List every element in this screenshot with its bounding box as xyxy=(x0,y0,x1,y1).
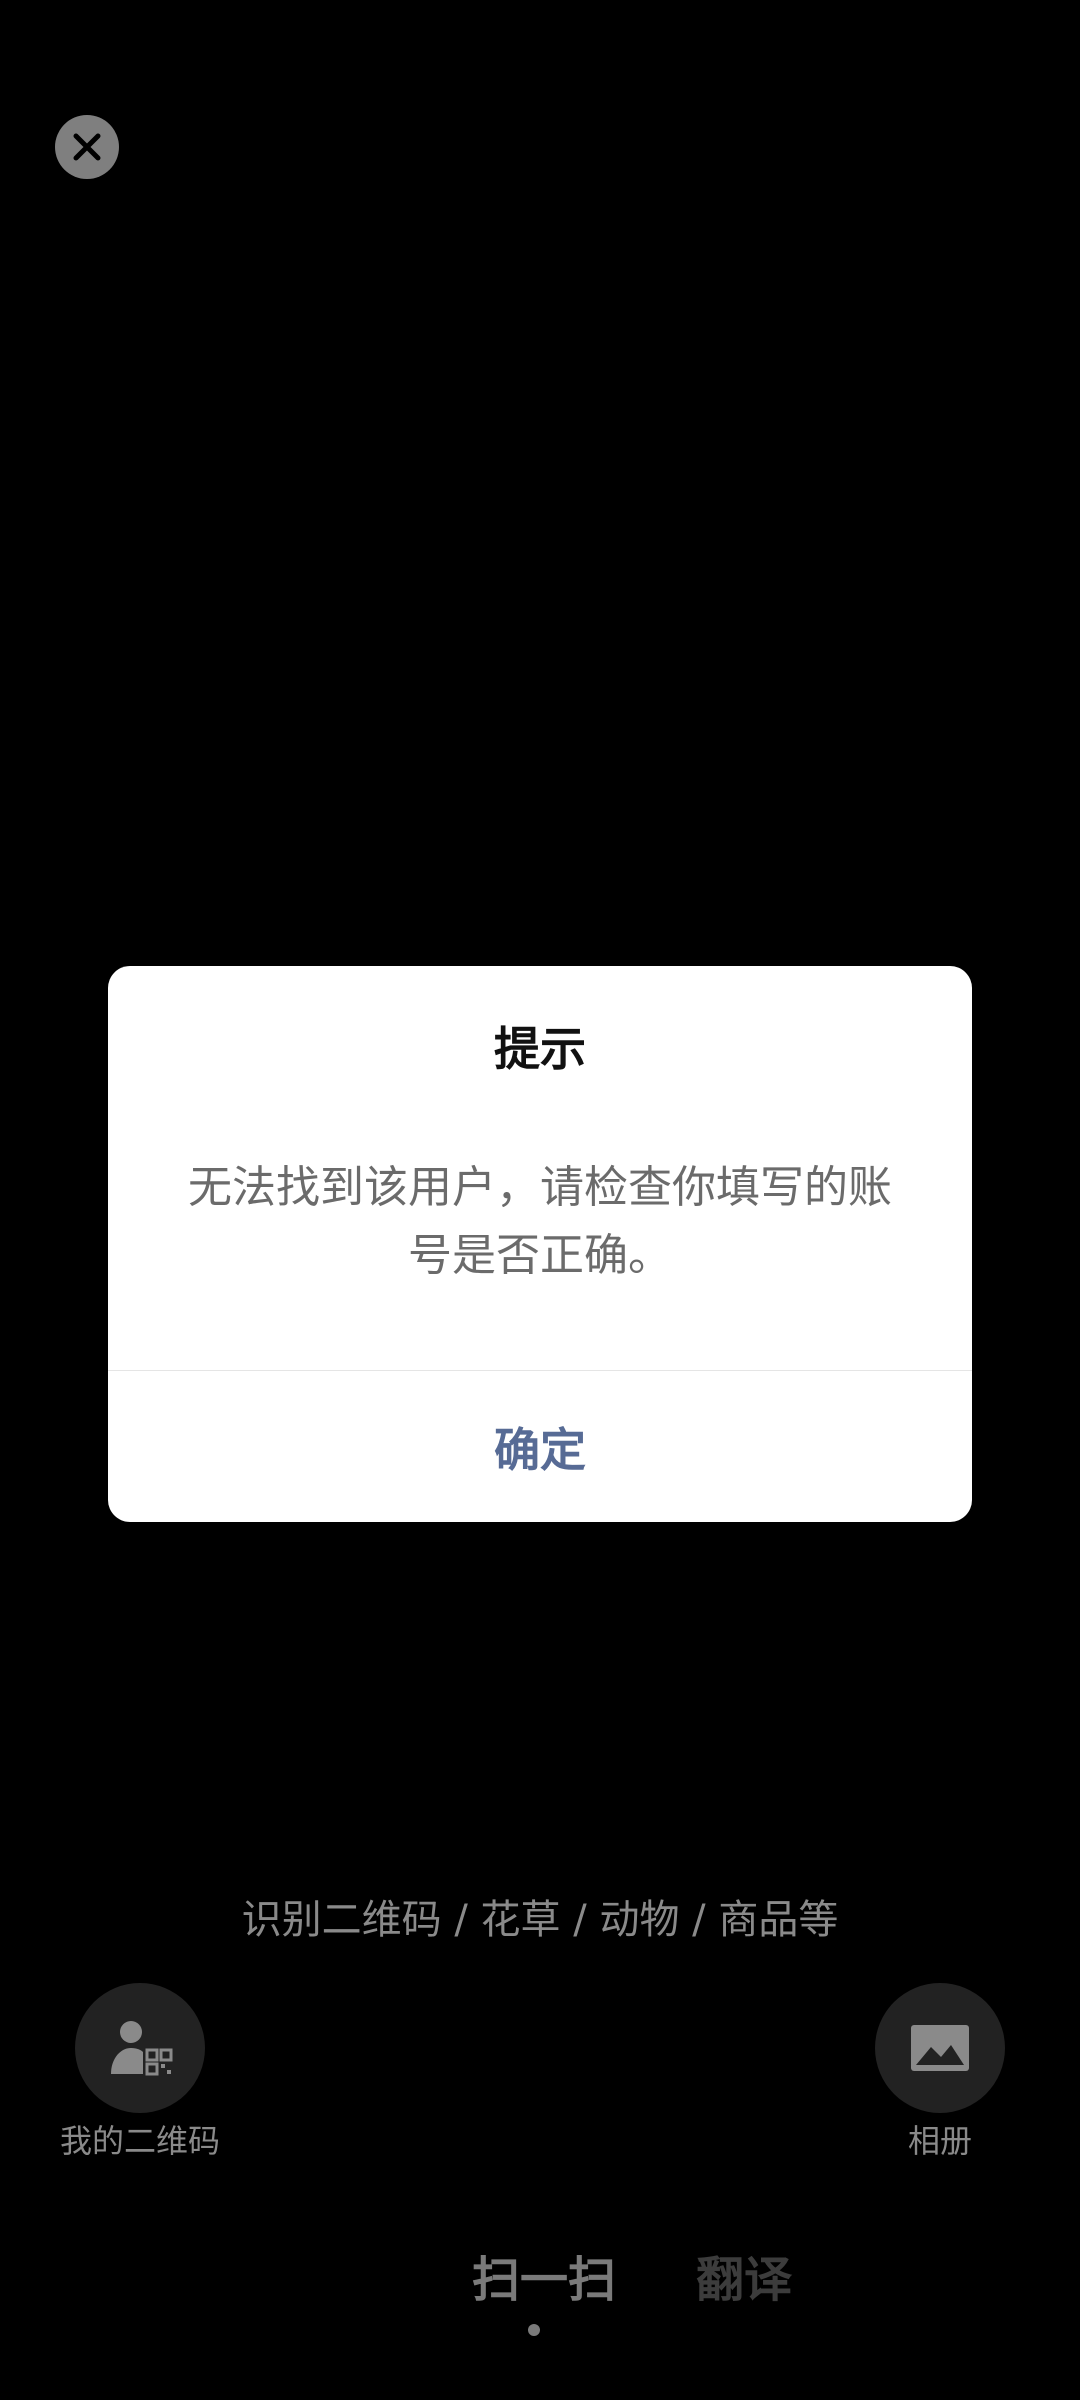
dialog-title: 提示 xyxy=(494,1022,586,1076)
dialog-message: 无法找到该用户，请检查你填写的账号是否正确。 xyxy=(188,1162,892,1281)
close-button[interactable] xyxy=(55,115,119,179)
album-button[interactable] xyxy=(875,1983,1005,2113)
tab-translate[interactable]: 翻译 xyxy=(696,2245,792,2315)
my-qr-label: 我的二维码 xyxy=(59,2122,220,2160)
confirm-button[interactable]: 确定 xyxy=(108,1371,972,1522)
close-icon xyxy=(73,133,101,161)
scanner-screen: 提示 无法找到该用户，请检查你填写的账号是否正确。 确定 识别二维码 / 花草 … xyxy=(0,0,1080,2400)
alert-dialog: 提示 无法找到该用户，请检查你填写的账号是否正确。 确定 xyxy=(108,966,972,1522)
album-label: 相册 xyxy=(907,2122,972,2160)
active-tab-indicator xyxy=(528,2324,540,2336)
my-qr-button[interactable] xyxy=(75,1983,205,2113)
tab-scan[interactable]: 扫一扫 xyxy=(472,2245,616,2315)
user-qr-icon xyxy=(111,2021,173,2076)
image-icon xyxy=(911,2025,969,2071)
scan-hint: 识别二维码 / 花草 / 动物 / 商品等 xyxy=(241,1897,839,1943)
